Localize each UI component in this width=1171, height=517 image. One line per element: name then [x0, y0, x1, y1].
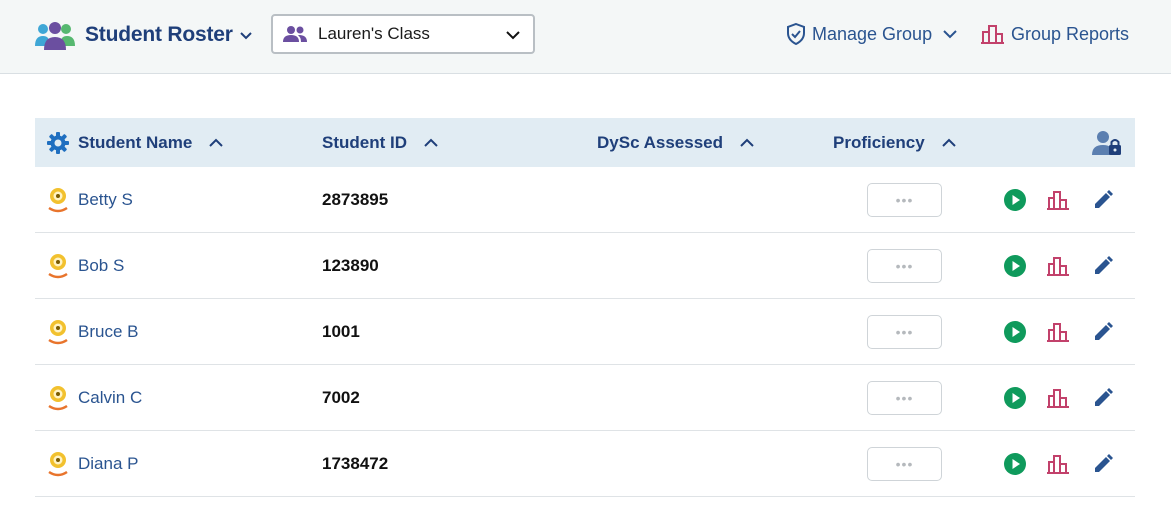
column-student-name[interactable]: Student Name: [47, 118, 224, 167]
play-icon[interactable]: [1003, 386, 1027, 410]
chevron-down-icon: [942, 26, 958, 42]
student-avatar-icon: [47, 384, 69, 412]
proficiency-cell: •••: [867, 233, 942, 299]
class-select[interactable]: Lauren's Class: [271, 14, 535, 54]
user-lock-icon: [1091, 129, 1123, 157]
manage-group-menu[interactable]: Manage Group: [786, 20, 958, 48]
proficiency-cell: •••: [867, 299, 942, 365]
pencil-icon[interactable]: [1091, 254, 1115, 278]
top-bar: Student Roster Lauren's Class Manage Gro…: [0, 0, 1171, 74]
student-name: Bob S: [78, 256, 125, 275]
row-actions: [1003, 365, 1115, 431]
student-name: Calvin C: [78, 388, 143, 407]
table-row: Calvin C 7002 •••: [35, 365, 1135, 431]
group-people-icon: [35, 20, 75, 50]
student-id: 1001: [322, 322, 360, 341]
proficiency-cell: •••: [867, 431, 942, 497]
column-dysc-assessed[interactable]: DySc Assessed: [597, 118, 755, 167]
student-name: Bruce B: [78, 322, 139, 341]
proficiency-button[interactable]: •••: [867, 315, 942, 349]
sort-ascending-icon[interactable]: [423, 135, 439, 151]
shield-check-icon: [786, 22, 806, 46]
roster-lock-control[interactable]: [1091, 118, 1123, 167]
table-row: Bruce B 1001 •••: [35, 299, 1135, 365]
column-student-id[interactable]: Student ID: [322, 118, 439, 167]
student-name-link[interactable]: Calvin C: [47, 365, 142, 431]
row-actions: [1003, 233, 1115, 299]
student-name: Betty S: [78, 190, 133, 209]
play-icon[interactable]: [1003, 320, 1027, 344]
play-icon[interactable]: [1003, 188, 1027, 212]
report-icon[interactable]: [1046, 386, 1070, 410]
student-avatar-icon: [47, 318, 69, 346]
table-row: Betty S 2873895 •••: [35, 167, 1135, 233]
chevron-down-icon: [505, 27, 521, 43]
student-id: 123890: [322, 256, 379, 275]
student-avatar-icon: [47, 252, 69, 280]
roster-menu[interactable]: Student Roster: [35, 17, 253, 53]
student-id: 7002: [322, 388, 360, 407]
table-body: Betty S 2873895 ••• Bob S 123890 ••• Bru…: [35, 167, 1135, 497]
pencil-icon[interactable]: [1091, 452, 1115, 476]
people-icon: [282, 24, 308, 44]
student-avatar-icon: [47, 450, 69, 478]
report-icon[interactable]: [1046, 188, 1070, 212]
pencil-icon[interactable]: [1091, 320, 1115, 344]
table-row: Diana P 1738472 •••: [35, 431, 1135, 497]
bar-chart-icon: [981, 24, 1005, 44]
manage-group-label: Manage Group: [812, 23, 933, 44]
student-id: 1738472: [322, 454, 389, 473]
table-header: Student Name Student ID DySc Assessed Pr…: [35, 118, 1135, 167]
chevron-down-icon: [239, 28, 253, 42]
report-icon[interactable]: [1046, 452, 1070, 476]
row-actions: [1003, 299, 1115, 365]
column-label: Proficiency: [833, 132, 925, 152]
report-icon[interactable]: [1046, 320, 1070, 344]
proficiency-button[interactable]: •••: [867, 447, 942, 481]
row-actions: [1003, 167, 1115, 233]
student-table: Student Name Student ID DySc Assessed Pr…: [35, 118, 1135, 497]
student-name-link[interactable]: Betty S: [47, 167, 133, 233]
table-row: Bob S 123890 •••: [35, 233, 1135, 299]
student-name-link[interactable]: Bob S: [47, 233, 124, 299]
proficiency-cell: •••: [867, 167, 942, 233]
proficiency-button[interactable]: •••: [867, 249, 942, 283]
play-icon[interactable]: [1003, 452, 1027, 476]
sort-ascending-icon[interactable]: [739, 135, 755, 151]
sort-ascending-icon[interactable]: [941, 135, 957, 151]
column-label: Student ID: [322, 132, 407, 152]
column-proficiency[interactable]: Proficiency: [833, 118, 957, 167]
gear-icon[interactable]: [47, 131, 69, 154]
student-name-link[interactable]: Diana P: [47, 431, 138, 497]
class-select-value: Lauren's Class: [318, 24, 430, 43]
proficiency-button[interactable]: •••: [867, 183, 942, 217]
sort-ascending-icon[interactable]: [208, 135, 224, 151]
page-title: Student Roster: [85, 23, 233, 46]
row-actions: [1003, 431, 1115, 497]
student-avatar-icon: [47, 186, 69, 214]
report-icon[interactable]: [1046, 254, 1070, 278]
column-label: Student Name: [78, 132, 193, 152]
proficiency-cell: •••: [867, 365, 942, 431]
student-id: 2873895: [322, 190, 389, 209]
group-reports-label: Group Reports: [1011, 23, 1130, 44]
pencil-icon[interactable]: [1091, 386, 1115, 410]
proficiency-button[interactable]: •••: [867, 381, 942, 415]
group-reports-link[interactable]: Group Reports: [981, 20, 1129, 48]
column-label: DySc Assessed: [597, 132, 724, 152]
pencil-icon[interactable]: [1091, 188, 1115, 212]
play-icon[interactable]: [1003, 254, 1027, 278]
student-name-link[interactable]: Bruce B: [47, 299, 138, 365]
student-name: Diana P: [78, 454, 139, 473]
